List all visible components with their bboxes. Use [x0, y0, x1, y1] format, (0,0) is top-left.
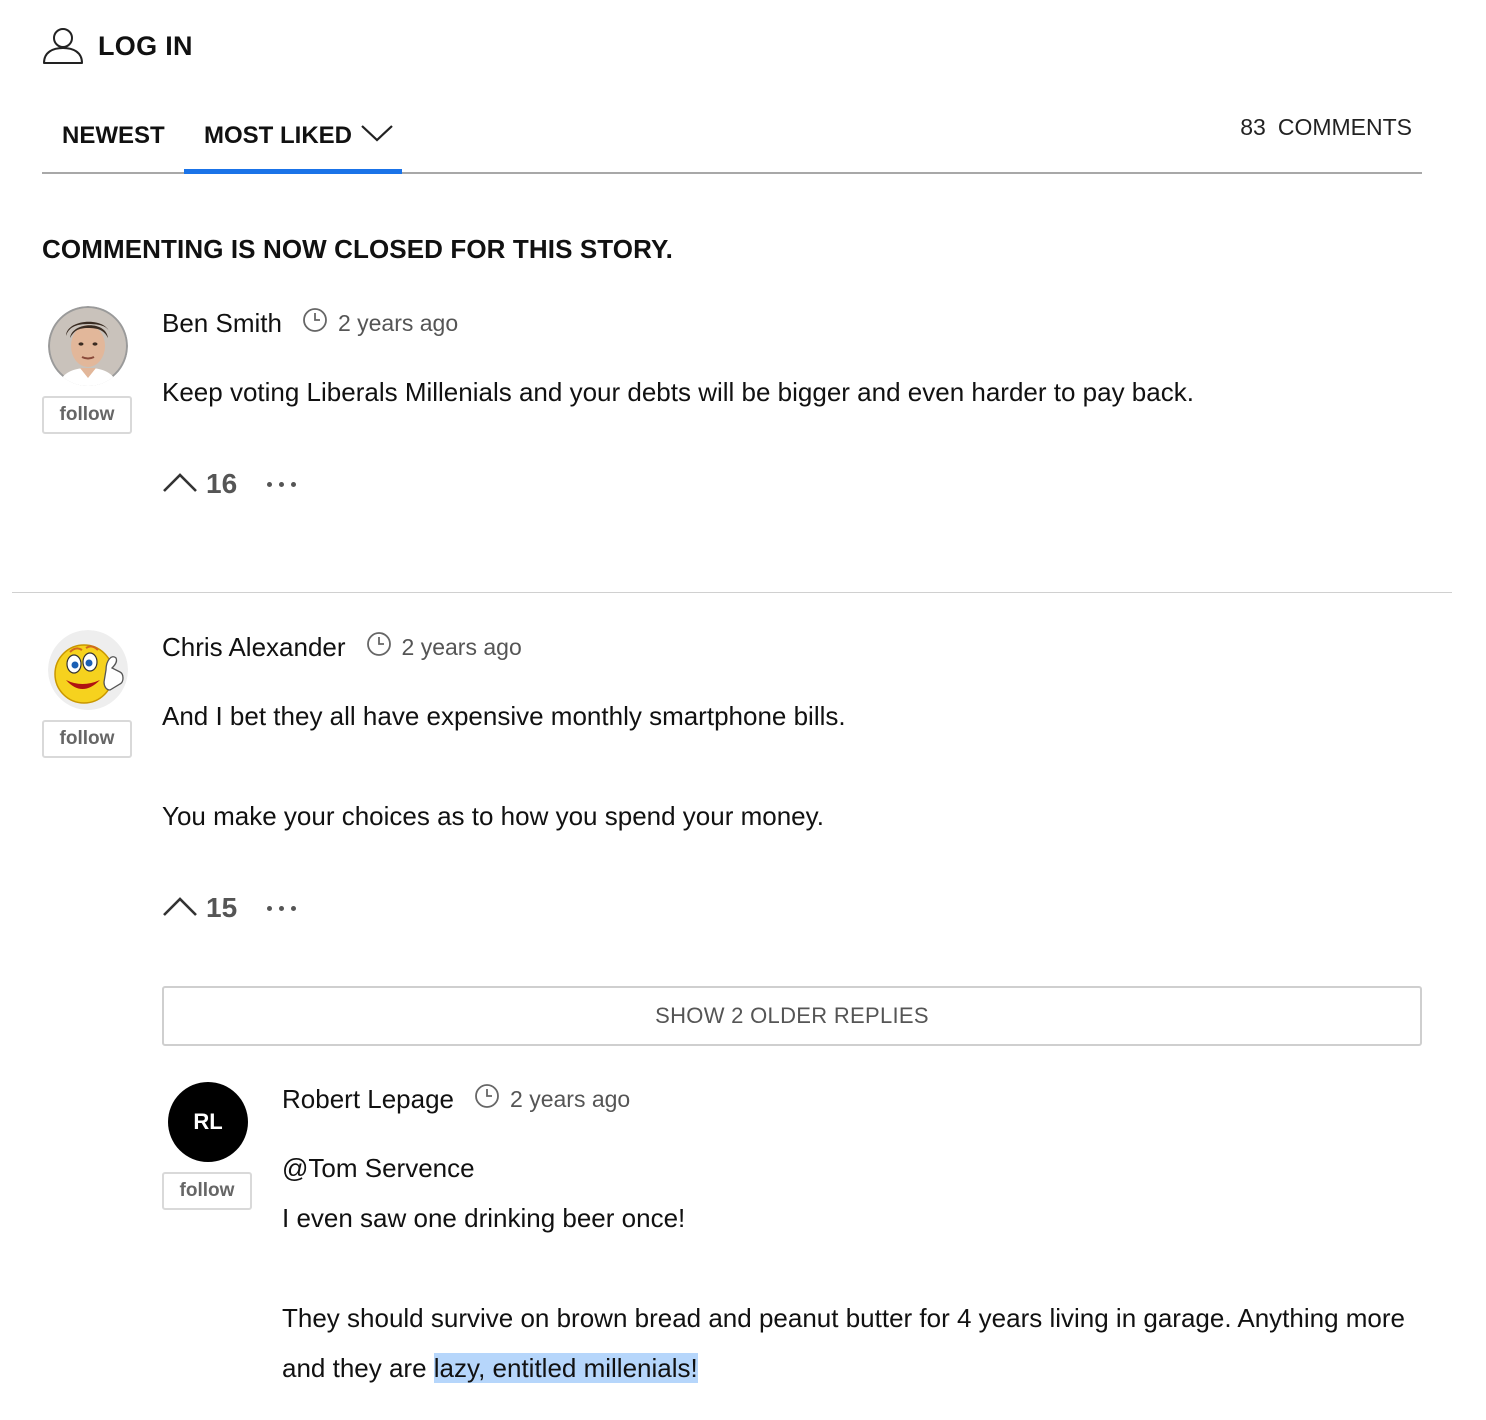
- comment-actions: 15: [162, 891, 297, 925]
- avatar[interactable]: RL: [168, 1082, 248, 1162]
- timestamp: 2 years ago: [474, 1083, 630, 1115]
- upvote-icon: [162, 471, 198, 498]
- follow-button[interactable]: follow: [42, 720, 132, 758]
- comment-text: You make your choices as to how you spen…: [162, 801, 824, 831]
- upvote-button[interactable]: 15: [162, 892, 237, 924]
- timestamp: 2 years ago: [302, 307, 458, 339]
- avatar[interactable]: [48, 630, 128, 710]
- avatar[interactable]: [48, 306, 128, 386]
- show-older-replies-button[interactable]: SHOW 2 OLDER REPLIES: [162, 986, 1422, 1046]
- comment-meta: Ben Smith 2 years ago: [162, 307, 458, 339]
- comment-meta: Robert Lepage 2 years ago: [282, 1083, 630, 1115]
- tab-most-liked[interactable]: MOST LIKED: [184, 100, 402, 172]
- comment-count-number: 83: [1240, 113, 1266, 140]
- clock-icon: [474, 1083, 500, 1115]
- follow-button[interactable]: follow: [42, 396, 132, 434]
- user-icon: [42, 27, 84, 65]
- comment-body: And I bet they all have expensive monthl…: [162, 691, 846, 841]
- comment-body: @Tom Servence I even saw one drinking be…: [282, 1143, 1432, 1393]
- author-name[interactable]: Ben Smith: [162, 308, 282, 339]
- selected-text-highlight: lazy, entitled millenials!: [433, 1353, 698, 1383]
- login-label: LOG IN: [98, 30, 193, 61]
- timestamp: 2 years ago: [366, 631, 522, 663]
- chevron-down-icon: [360, 122, 394, 150]
- sort-tabs: NEWEST MOST LIKED 83 COMMENTS: [42, 100, 1422, 174]
- more-options-icon[interactable]: [267, 900, 297, 917]
- mention-text: @Tom Servence: [282, 1153, 475, 1183]
- upvote-icon: [162, 895, 198, 922]
- comment-actions: 16: [162, 467, 297, 501]
- author-name[interactable]: Chris Alexander: [162, 632, 346, 663]
- comment-count-label: COMMENTS: [1277, 113, 1412, 140]
- follow-button[interactable]: follow: [162, 1172, 252, 1210]
- timestamp-text: 2 years ago: [337, 309, 459, 336]
- clock-icon: [366, 631, 392, 663]
- comment-count: 83 COMMENTS: [1240, 100, 1412, 154]
- tab-most-liked-label: MOST LIKED: [204, 122, 352, 149]
- comment-text: And I bet they all have expensive monthl…: [162, 701, 846, 731]
- login-button[interactable]: LOG IN: [42, 26, 193, 66]
- active-tab-indicator: [184, 169, 402, 174]
- comment-text: I even saw one drinking beer once!: [282, 1203, 686, 1233]
- author-name[interactable]: Robert Lepage: [282, 1084, 454, 1115]
- timestamp-text: 2 years ago: [401, 633, 522, 660]
- comment-meta: Chris Alexander 2 years ago: [162, 631, 522, 663]
- comment-divider: [12, 592, 1452, 593]
- comments-closed-notice: COMMENTING IS NOW CLOSED FOR THIS STORY.: [42, 234, 673, 264]
- timestamp-text: 2 years ago: [510, 1085, 631, 1112]
- comment-body: Keep voting Liberals Millenials and your…: [162, 367, 1194, 417]
- more-options-icon[interactable]: [267, 476, 297, 493]
- vote-count: 16: [206, 468, 238, 499]
- upvote-button[interactable]: 16: [162, 468, 237, 500]
- vote-count: 15: [206, 892, 238, 923]
- tab-newest[interactable]: NEWEST: [62, 100, 165, 172]
- comment-text: Keep voting Liberals Millenials and your…: [162, 377, 1194, 407]
- comment-text: They should survive on brown bread and p…: [282, 1293, 1432, 1393]
- clock-icon: [302, 307, 328, 339]
